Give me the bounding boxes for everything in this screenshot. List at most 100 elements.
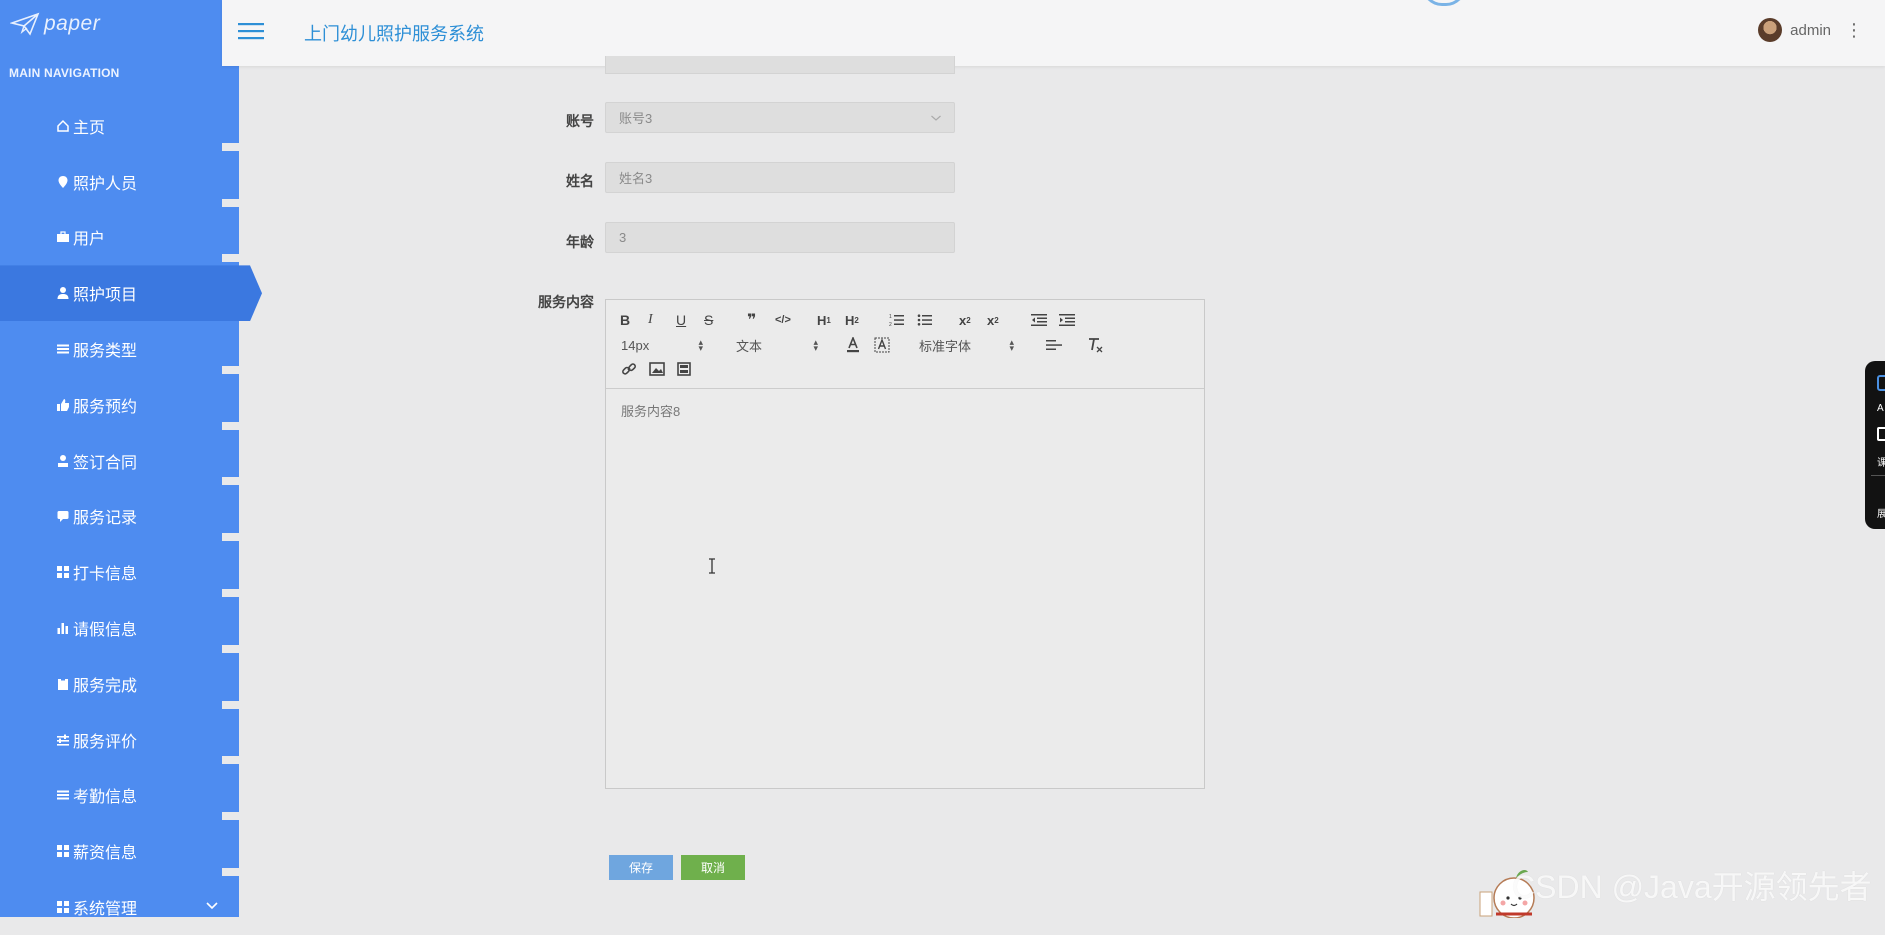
updown-icon: ▴ ▾ (1009, 337, 1014, 353)
watermark: CSDN @Java开源领先者 (1512, 869, 1872, 905)
sidebar-item-home[interactable]: 主页 (0, 98, 239, 154)
sidebar-item-label: 服务评价 (73, 733, 138, 751)
account-select[interactable]: 账号3 (605, 102, 955, 133)
superscript-icon[interactable]: x2 (987, 310, 999, 330)
sidebar-item-service-booking[interactable]: 服务预约 (0, 377, 239, 433)
home-icon (56, 119, 70, 133)
name-label: 姓名 (566, 173, 594, 189)
side-panel-icon (1877, 427, 1885, 441)
svg-text:2: 2 (889, 322, 892, 327)
svg-text:1: 1 (889, 314, 892, 320)
text-cursor-icon (708, 558, 716, 579)
clear-format-icon[interactable] (1087, 335, 1103, 355)
sidebar-item-label: 请假信息 (73, 622, 138, 640)
sidebar-item-label: 照护项目 (73, 287, 138, 305)
avatar (1758, 18, 1783, 42)
clipboard-icon (56, 677, 70, 691)
image-icon[interactable] (649, 359, 665, 379)
sidebar-item-service-types[interactable]: 服务类型 (0, 321, 239, 377)
sidebar: paper MAIN NAVIGATION 主页 照护人员 用户 照护项目 服务… (0, 0, 262, 918)
italic-icon[interactable]: I (648, 310, 653, 330)
sidebar-item-label: 用户 (73, 231, 106, 249)
paper-plane-icon (10, 12, 40, 36)
strikethrough-icon[interactable]: S (704, 310, 713, 330)
rich-text-editor[interactable]: B I U S ❞ </> H1 H2 12 x2 x2 14px ▴ ▾ 文本 … (605, 299, 1205, 789)
chevron-down-icon (930, 111, 942, 126)
app-title: 上门幼儿照护服务系统 (304, 24, 484, 44)
grid-icon (56, 565, 70, 579)
sidebar-item-care-projects[interactable]: 照护项目 (0, 265, 262, 322)
logo[interactable]: paper (10, 12, 100, 36)
underline-icon[interactable]: U (676, 310, 686, 330)
sidebar-item-users[interactable]: 用户 (0, 210, 239, 266)
sidebar-item-label: 考勤信息 (73, 789, 138, 807)
font-family-select[interactable]: 标准字体 ▴ ▾ (919, 335, 1014, 355)
more-vertical-icon[interactable]: ⋮ (1845, 21, 1863, 39)
top-header: 上门幼儿照护服务系统 admin ⋮ (222, 0, 1885, 66)
floating-side-panel[interactable]: A 课 展 (1865, 361, 1885, 529)
align-left-icon[interactable] (1046, 335, 1062, 355)
name-value: 姓名3 (619, 171, 653, 186)
username: admin (1790, 21, 1831, 39)
cancel-button[interactable]: 取消 (681, 855, 745, 880)
grid-icon (56, 900, 70, 914)
ordered-list-icon[interactable]: 12 (889, 310, 905, 330)
sliders-icon (56, 733, 70, 747)
chevron-down-icon (205, 898, 219, 916)
sidebar-item-label: 签订合同 (73, 454, 138, 472)
sidebar-item-label: 服务类型 (73, 343, 138, 361)
save-button[interactable]: 保存 (609, 855, 673, 880)
video-icon[interactable] (677, 359, 691, 379)
block-type-select[interactable]: 文本 ▴ ▾ (736, 335, 818, 355)
editor-content[interactable]: 服务内容8 (621, 401, 680, 420)
sidebar-item-label: 服务完成 (73, 677, 138, 695)
user-menu[interactable]: admin ⋮ (1758, 18, 1863, 42)
sidebar-item-label: 服务记录 (73, 510, 138, 528)
indent-icon[interactable] (1059, 310, 1075, 330)
background-color-icon[interactable] (874, 335, 890, 355)
field-above-scrolled (605, 56, 955, 74)
font-size-select[interactable]: 14px ▴ ▾ (621, 335, 703, 355)
bold-icon[interactable]: B (620, 310, 630, 330)
age-label: 年龄 (566, 234, 594, 250)
sidebar-item-service-review[interactable]: 服务评价 (0, 712, 239, 768)
sidebar-item-salary[interactable]: 薪资信息 (0, 823, 239, 879)
name-field[interactable]: 姓名3 (605, 162, 955, 193)
sidebar-item-attendance[interactable]: 考勤信息 (0, 768, 239, 824)
user-stamp-icon (56, 454, 70, 468)
sidebar-item-system-management[interactable]: 系统管理 (0, 879, 239, 935)
sidebar-item-label: 照护人员 (73, 175, 138, 193)
link-icon[interactable] (621, 359, 637, 379)
bullet-list-icon[interactable] (917, 310, 933, 330)
side-panel-icon (1877, 375, 1885, 391)
sidebar-item-caregivers[interactable]: 照护人员 (0, 154, 239, 210)
side-panel-item: A (1877, 403, 1884, 414)
sidebar-item-label: 打卡信息 (73, 566, 138, 584)
updown-icon: ▴ ▾ (698, 337, 703, 353)
sidebar-item-leave[interactable]: 请假信息 (0, 600, 239, 656)
list-icon (56, 788, 70, 802)
account-value: 账号3 (619, 111, 653, 126)
map-pin-icon (56, 175, 70, 189)
side-panel-divider (1871, 475, 1885, 476)
editor-toolbar: B I U S ❞ </> H1 H2 12 x2 x2 14px ▴ ▾ 文本 … (606, 300, 1204, 389)
sidebar-item-service-complete[interactable]: 服务完成 (0, 656, 239, 712)
outdent-icon[interactable] (1031, 310, 1047, 330)
grid-icon (56, 844, 70, 858)
sidebar-item-label: 系统管理 (73, 901, 138, 919)
blockquote-icon[interactable]: ❞ (747, 310, 756, 330)
nav-list: 主页 照护人员 用户 照护项目 服务类型 服务预约 签订合同 服务记录 打卡信息… (0, 98, 262, 935)
block-type-value: 文本 (736, 338, 763, 354)
briefcase-icon (56, 230, 70, 244)
heading1-icon[interactable]: H1 (817, 310, 831, 330)
age-field[interactable]: 3 (605, 222, 955, 253)
sidebar-item-contracts[interactable]: 签订合同 (0, 433, 239, 489)
code-block-icon[interactable]: </> (775, 310, 791, 330)
subscript-icon[interactable]: x2 (959, 310, 971, 330)
heading2-icon[interactable]: H2 (845, 310, 859, 330)
menu-toggle-icon[interactable] (238, 20, 264, 47)
font-color-icon[interactable] (846, 335, 860, 355)
list-icon (56, 342, 70, 356)
sidebar-item-service-records[interactable]: 服务记录 (0, 489, 239, 545)
sidebar-item-checkin[interactable]: 打卡信息 (0, 544, 239, 600)
